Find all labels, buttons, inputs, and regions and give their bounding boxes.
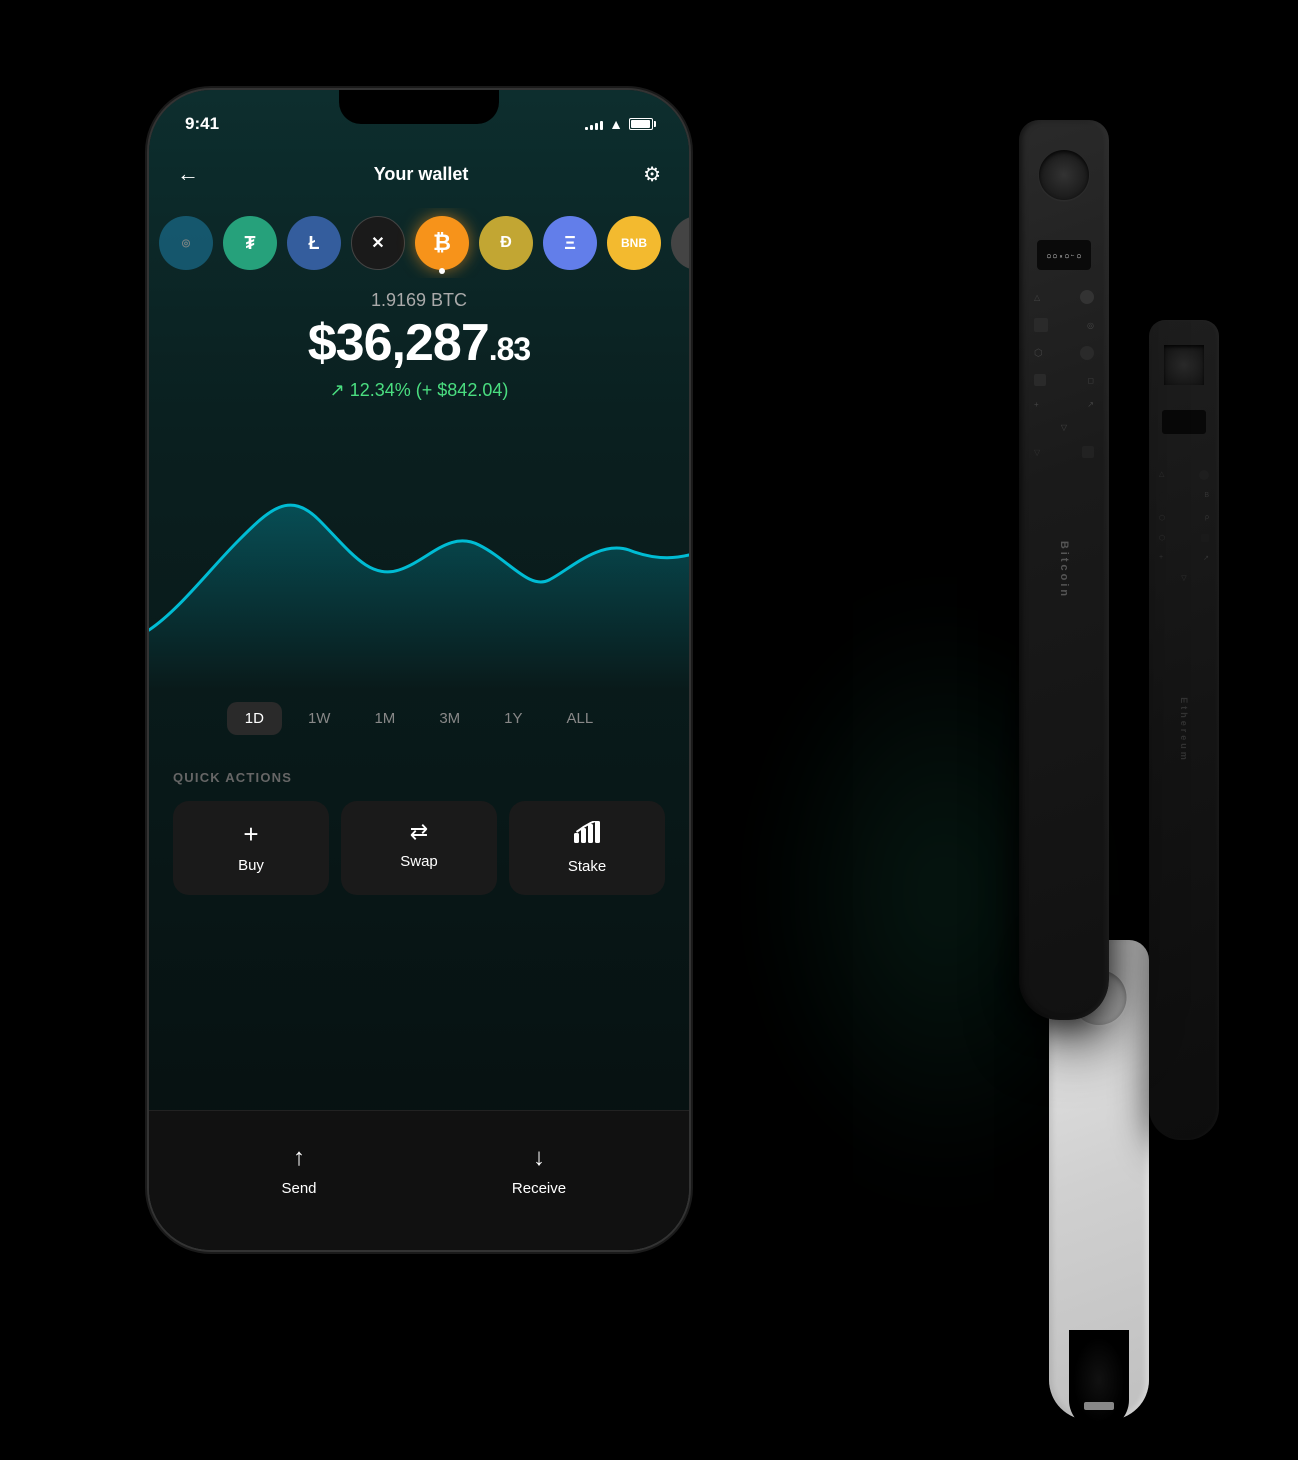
price-dollars: $36,287 <box>308 314 489 372</box>
battery-fill <box>631 120 650 128</box>
send-action[interactable]: ↑ Send <box>179 1144 419 1197</box>
ledger-s-icon-row-3: ⬡ ρ <box>1159 514 1209 522</box>
stake-button[interactable]: Stake <box>509 801 665 895</box>
receive-label: Receive <box>512 1180 566 1197</box>
send-label: Send <box>281 1180 316 1197</box>
signal-icon <box>585 118 603 130</box>
coin-xrp[interactable]: ✕ <box>351 216 405 270</box>
ledger-s-button <box>1164 345 1204 385</box>
receive-action[interactable]: ↓ Receive <box>419 1144 659 1197</box>
coin-bitcoin[interactable]: ₿ <box>415 216 469 270</box>
stake-icon <box>574 821 600 848</box>
notch <box>339 90 499 124</box>
coin-amount: 1.9169 BTC <box>169 290 669 311</box>
ledger-s-icon-row-5: + ↗ <box>1159 554 1209 562</box>
receive-icon: ↓ <box>533 1144 545 1172</box>
signal-bar-1 <box>585 127 588 130</box>
ledger-icon-row-6: ▽ <box>1034 423 1094 432</box>
time-btn-3m[interactable]: 3M <box>421 702 478 735</box>
signal-bar-2 <box>590 125 593 130</box>
coin-bnb[interactable]: BNB <box>607 216 661 270</box>
action-buttons-row: + Buy ⇄ Swap <box>173 801 665 895</box>
ledger-s-icon-row-6: ▽ <box>1159 574 1209 582</box>
app-header: ← Your wallet ⚙ <box>149 146 689 202</box>
quick-actions-section: QUICK ACTIONS + Buy ⇄ Swap <box>149 770 689 895</box>
status-icons: ▲ <box>585 116 653 132</box>
price-section: 1.9169 BTC $36,287.83 ↗ 12.34% (+ $842.0… <box>149 290 689 401</box>
time-btn-all[interactable]: ALL <box>549 702 612 735</box>
phone-screen: 9:41 ▲ ← Your wallet <box>149 90 689 1250</box>
signal-bar-3 <box>595 123 598 130</box>
ledger-nano-s: Ethereum △ B ⬡ ρ ⬡ <box>1149 320 1219 1140</box>
coin-ethereum[interactable]: Ξ <box>543 216 597 270</box>
ledger-device-label: Bitcoin <box>1058 541 1070 599</box>
ledger-icon-row-2: ◎ <box>1034 318 1094 332</box>
swap-button[interactable]: ⇄ Swap <box>341 801 497 895</box>
phone: 9:41 ▲ ← Your wallet <box>149 90 689 1250</box>
ledger-icon-row-4: ◻ <box>1034 374 1094 386</box>
chart-svg <box>149 430 689 690</box>
coin-tether[interactable]: ₮ <box>223 216 277 270</box>
battery-icon <box>629 118 653 130</box>
bottom-action-bar: ↑ Send ↓ Receive <box>149 1110 689 1250</box>
coin-litecoin[interactable]: Ł <box>287 216 341 270</box>
swap-icon: ⇄ <box>410 821 428 843</box>
settings-icon[interactable]: ⚙ <box>643 162 661 187</box>
ledger-white-connector-area <box>1069 1330 1129 1430</box>
price-display: $36,287.83 <box>169 315 669 372</box>
signal-bar-4 <box>600 121 603 130</box>
time-period-selector: 1D 1W 1M 3M 1Y ALL <box>149 702 689 735</box>
back-button[interactable]: ← <box>177 161 199 187</box>
buy-button[interactable]: + Buy <box>173 801 329 895</box>
ledger-icon-list: △ ◎ ⬡ ◻ + ↗ <box>1034 290 1094 458</box>
time-btn-1m[interactable]: 1M <box>356 702 413 735</box>
ledger-s-label: Ethereum <box>1179 697 1189 763</box>
ledger-white-usb <box>1084 1402 1114 1410</box>
ledger-s-screen <box>1162 410 1206 434</box>
status-time: 9:41 <box>185 114 219 134</box>
price-change: ↗ 12.34% (+ $842.04) <box>169 380 669 401</box>
scene: 9:41 ▲ ← Your wallet <box>99 40 1199 1420</box>
quick-actions-label: QUICK ACTIONS <box>173 770 665 785</box>
ledger-s-icon-row-1: △ <box>1159 470 1209 480</box>
stake-label: Stake <box>568 858 606 875</box>
ledger-nano-x: ⬡⬡×⬡↑⬡ Bitcoin △ ◎ ⬡ <box>1019 120 1109 1020</box>
ledger-screen: ⬡⬡×⬡↑⬡ <box>1037 240 1091 270</box>
price-chart <box>149 430 689 690</box>
ledger-devices-group: ⬡⬡×⬡↑⬡ Bitcoin △ ◎ ⬡ <box>729 120 1229 1420</box>
wifi-icon: ▲ <box>609 116 623 132</box>
ledger-icon-row-5: + ↗ <box>1034 400 1094 409</box>
send-icon: ↑ <box>293 1144 305 1172</box>
ledger-s-icon-row-4: ⬡ <box>1159 534 1209 542</box>
coin-mystery[interactable]: ◎ <box>159 216 213 270</box>
page-title: Your wallet <box>374 164 469 185</box>
buy-icon: + <box>243 821 258 847</box>
ledger-button-circle <box>1039 150 1089 200</box>
ledger-screen-text: ⬡⬡×⬡↑⬡ <box>1046 252 1082 259</box>
chart-fill <box>149 505 689 690</box>
time-btn-1w[interactable]: 1W <box>290 702 349 735</box>
swap-label: Swap <box>400 853 438 870</box>
time-btn-1y[interactable]: 1Y <box>486 702 540 735</box>
ledger-s-icon-row-2: B <box>1159 492 1209 502</box>
ledger-s-icons: △ B ⬡ ρ ⬡ + ↗ <box>1159 470 1209 582</box>
coin-selector-row: ◎ ₮ Ł ✕ ₿ Ð Ξ <box>149 208 689 278</box>
ledger-icon-row-7: ▽ <box>1034 446 1094 458</box>
ledger-icon-row-3: ⬡ <box>1034 346 1094 360</box>
coin-algo[interactable]: A <box>671 216 689 270</box>
coin-dogecoin[interactable]: Ð <box>479 216 533 270</box>
price-cents: .83 <box>489 331 530 367</box>
buy-label: Buy <box>238 857 264 874</box>
ledger-icon-row-1: △ <box>1034 290 1094 304</box>
time-btn-1d[interactable]: 1D <box>227 702 282 735</box>
